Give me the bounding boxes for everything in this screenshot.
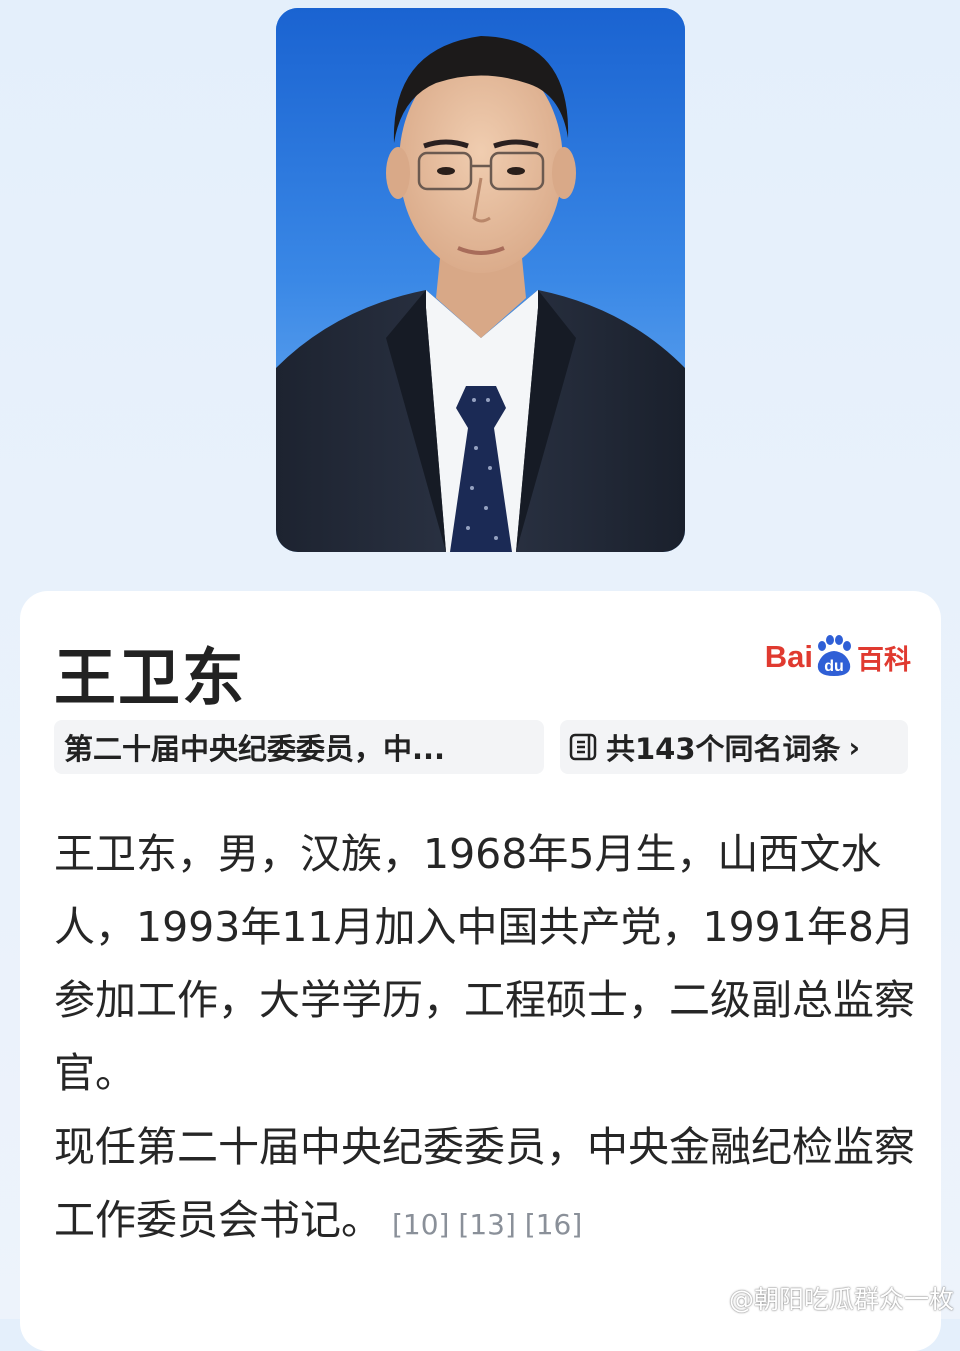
intro-paragraph: 王卫东，男，汉族，1968年5月生，山西文水人，1993年11月加入中国共产党，… xyxy=(54,830,915,1097)
logo-text-du: du xyxy=(824,658,844,675)
list-icon xyxy=(568,732,598,762)
baidu-baike-logo[interactable]: Bai du 百科 xyxy=(765,627,911,687)
homonym-entries-chip[interactable]: 共143个同名词条 › xyxy=(560,720,908,774)
chevron-right-icon: › xyxy=(848,730,861,764)
homonym-entries-label: 共143个同名词条 xyxy=(606,732,841,766)
watermark-text: @朝阳吃瓜群众一枚 xyxy=(728,1285,954,1314)
reference-link[interactable]: [16] xyxy=(525,1208,582,1241)
reference-links: [10] [13] [16] xyxy=(392,1208,582,1241)
weibo-icon xyxy=(687,1284,725,1312)
person-name: 王卫东 xyxy=(54,641,247,714)
summary-chip-label: 第二十届中央纪委委员，中... xyxy=(64,732,446,766)
portrait-image xyxy=(276,8,685,552)
position-paragraph: 现任第二十届中央纪委委员，中央金融纪检监察工作委员会书记。 [10] [13] [… xyxy=(54,1111,916,1261)
weibo-watermark: @朝阳吃瓜群众一枚 xyxy=(687,1280,954,1316)
logo-text-bai: Bai xyxy=(764,639,813,674)
reference-link[interactable]: [10] xyxy=(392,1208,449,1241)
baidu-paw-icon: du xyxy=(814,634,854,680)
profile-photo[interactable] xyxy=(276,8,685,552)
info-card: 王卫东 Bai du 百科 第二十届中央纪委委员，中... 共143个同名词条 … xyxy=(20,591,941,1351)
logo-text-baike: 百科 xyxy=(857,644,911,676)
summary-chip[interactable]: 第二十届中央纪委委员，中... xyxy=(54,720,544,774)
reference-link[interactable]: [13] xyxy=(458,1208,515,1241)
